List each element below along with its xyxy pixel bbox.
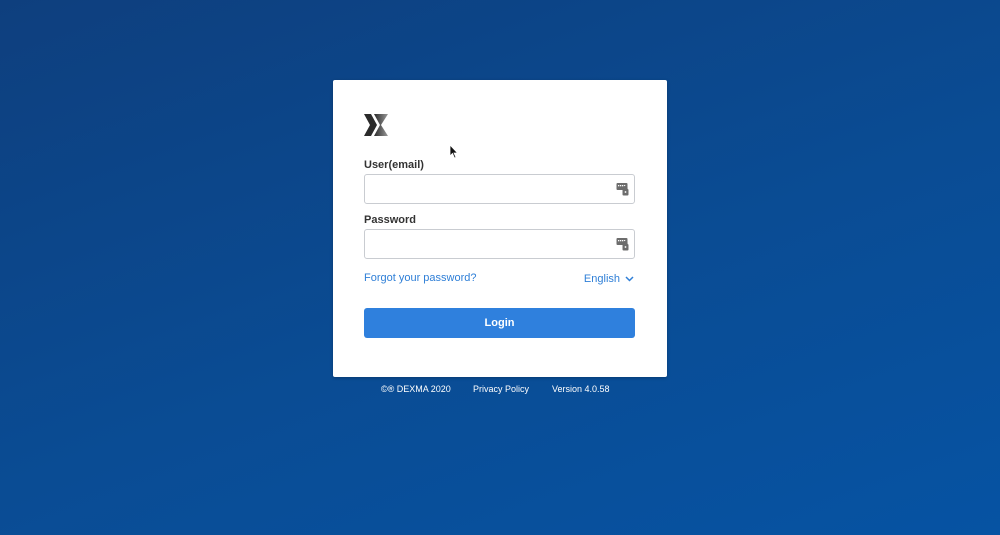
password-input[interactable] — [371, 231, 611, 257]
user-email-field-wrapper[interactable] — [364, 174, 635, 204]
user-email-input[interactable] — [371, 176, 611, 202]
password-label: Password — [364, 214, 416, 226]
password-manager-key-icon[interactable] — [616, 237, 629, 251]
password-manager-key-icon[interactable] — [616, 182, 629, 196]
copyright-text: ©® DEXMA 2020 — [381, 384, 451, 394]
dexma-logo-icon — [364, 114, 388, 136]
language-selector[interactable]: English — [584, 273, 634, 285]
forgot-password-link[interactable]: Forgot your password? — [364, 272, 477, 284]
login-button[interactable]: Login — [364, 308, 635, 338]
privacy-policy-link[interactable]: Privacy Policy — [473, 384, 529, 394]
chevron-down-icon — [625, 276, 634, 282]
version-text: Version 4.0.58 — [552, 384, 610, 394]
language-label: English — [583, 273, 620, 285]
login-card: User(email) Password Forgot your passwor — [333, 80, 667, 377]
mouse-cursor-icon — [449, 144, 459, 159]
password-field-wrapper[interactable] — [364, 229, 635, 259]
user-email-label: User(email) — [364, 159, 424, 171]
